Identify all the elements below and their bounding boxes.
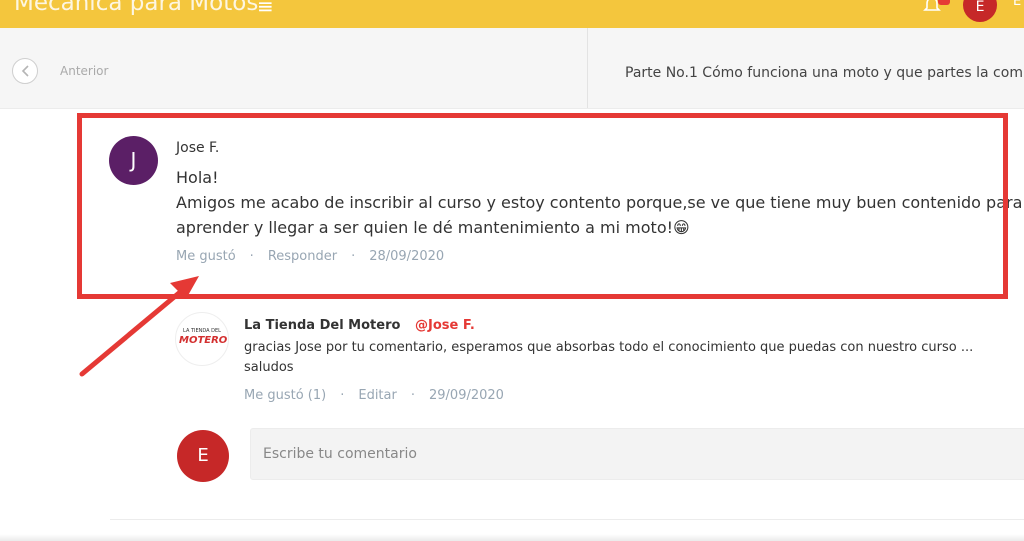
reply-mention[interactable]: @Jose F. [415, 318, 475, 333]
comment-input[interactable] [250, 428, 1024, 480]
divider [110, 519, 1024, 520]
reply-date: 29/09/2020 [429, 388, 504, 403]
separator-dot: · [340, 388, 345, 403]
reply-author[interactable]: La Tienda Del Motero [244, 318, 400, 333]
store-logo-word: MOTERO [179, 335, 228, 346]
store-logo: LA TIENDA DEL MOTERO [175, 312, 229, 366]
current-user-avatar: E [177, 430, 229, 482]
footer-edge [0, 534, 1024, 541]
store-logo-top-text: LA TIENDA DEL [183, 328, 221, 334]
edit-button[interactable]: Editar [358, 388, 397, 403]
reply-actions: Me gustó (1) · Editar · 29/09/2020 [244, 388, 504, 403]
separator-dot: · [410, 388, 415, 403]
like-button[interactable]: Me gustó (1) [244, 388, 326, 403]
reply-line: gracias Jose por tu comentario, esperamo… [244, 340, 974, 355]
reply-line: saludos [244, 360, 294, 375]
